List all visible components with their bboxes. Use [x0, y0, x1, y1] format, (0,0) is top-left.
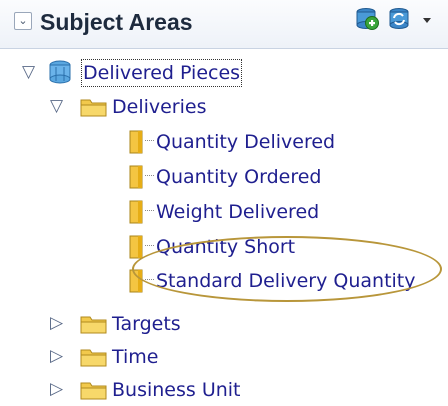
column-weight-delivered[interactable]: Weight Delivered	[0, 198, 448, 228]
tree-folder-business-unit[interactable]: ▷ Business Unit	[0, 376, 448, 406]
folder-label[interactable]: Time	[112, 345, 159, 369]
tree-folder-time[interactable]: ▷ Time	[0, 343, 448, 373]
column-quantity-ordered[interactable]: Quantity Ordered	[0, 163, 448, 193]
panel-title: Subject Areas	[40, 9, 193, 35]
folder-icon	[80, 349, 107, 367]
highlight-annotation-oval	[132, 236, 442, 302]
subject-area-icon	[49, 60, 71, 84]
column-icon	[129, 235, 143, 259]
subject-areas-header: ⌄ Subject Areas	[0, 0, 448, 49]
folder-label[interactable]: Deliveries	[112, 95, 207, 119]
folder-label[interactable]: Targets	[112, 312, 181, 336]
folder-label[interactable]: Business Unit	[112, 378, 241, 402]
refresh-icon[interactable]	[386, 6, 414, 32]
collapsed-triangle-icon[interactable]: ▷	[50, 347, 68, 365]
expanded-triangle-icon[interactable]: ▽	[22, 63, 40, 81]
chevron-down-icon[interactable]	[420, 14, 434, 26]
tree-connector	[145, 175, 154, 176]
column-icon	[129, 130, 143, 154]
collapsed-triangle-icon[interactable]: ▷	[50, 314, 68, 332]
collapsed-triangle-icon[interactable]: ▷	[50, 380, 68, 398]
column-icon	[129, 165, 143, 189]
tree-connector	[145, 140, 154, 141]
folder-icon	[80, 316, 107, 334]
tree-root-delivered-pieces[interactable]: ▽ Delivered Pieces	[0, 59, 448, 89]
folder-icon	[80, 382, 107, 400]
column-label[interactable]: Quantity Ordered	[156, 165, 321, 189]
collapse-icon[interactable]: ⌄	[14, 12, 32, 30]
tree-folder-targets[interactable]: ▷ Targets	[0, 310, 448, 340]
tree-connector	[145, 245, 154, 246]
tree-connector	[145, 210, 154, 211]
tree-root-label[interactable]: Delivered Pieces	[80, 59, 243, 87]
column-label[interactable]: Quantity Delivered	[156, 130, 335, 154]
expanded-triangle-icon[interactable]: ▽	[50, 97, 68, 115]
add-subject-area-icon[interactable]	[354, 6, 380, 32]
column-quantity-delivered[interactable]: Quantity Delivered	[0, 128, 448, 158]
folder-icon	[80, 99, 107, 117]
tree-folder-deliveries[interactable]: ▽ Deliveries	[0, 93, 448, 123]
column-label[interactable]: Weight Delivered	[156, 200, 319, 224]
column-icon	[129, 200, 143, 224]
